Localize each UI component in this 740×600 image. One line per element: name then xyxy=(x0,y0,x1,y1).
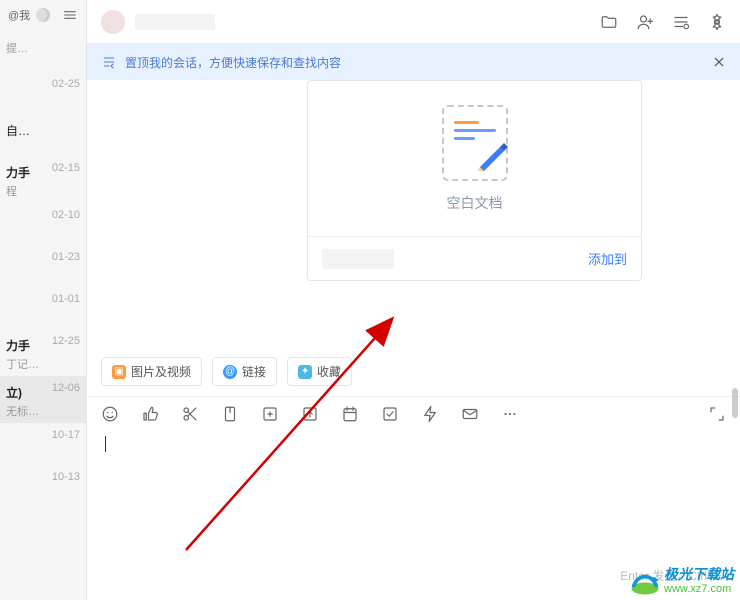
media-icon: ▣ xyxy=(112,365,126,379)
chip-media-label: 图片及视频 xyxy=(131,363,191,380)
conversation-item[interactable]: 02-25 xyxy=(0,72,86,114)
pin-list-icon xyxy=(101,54,117,70)
add-user-icon[interactable] xyxy=(636,13,654,31)
scrollbar[interactable] xyxy=(732,388,738,418)
conversation-item[interactable]: 提… xyxy=(0,30,86,72)
conversation-item[interactable]: 01-23 xyxy=(0,245,86,287)
todo-icon[interactable] xyxy=(381,405,399,423)
avatar[interactable] xyxy=(101,10,125,34)
favorite-icon: ✦ xyxy=(298,365,312,379)
conversation-date: 12-06 xyxy=(52,382,80,394)
conversation-title: 自… xyxy=(6,122,80,139)
chip-link[interactable]: @ 链接 xyxy=(212,357,277,386)
add-to-button[interactable]: 添加到 xyxy=(588,249,627,268)
conversation-subtitle: 提… xyxy=(6,40,80,56)
main-panel: 置顶我的会话，方便快速保存和查找内容 空白文档 添加到 xyxy=(86,0,740,600)
link-icon: @ xyxy=(223,365,237,379)
chip-media[interactable]: ▣ 图片及视频 xyxy=(101,357,202,386)
document-card[interactable]: 空白文档 添加到 xyxy=(307,80,642,281)
doc-card-body: 空白文档 xyxy=(308,81,641,236)
lightning-icon[interactable] xyxy=(421,405,439,423)
conversation-date: 02-10 xyxy=(52,209,80,221)
mail-icon[interactable] xyxy=(461,405,479,423)
header-actions xyxy=(600,13,726,31)
settings-icon[interactable] xyxy=(708,13,726,31)
conversation-date: 10-17 xyxy=(52,429,80,441)
more-icon[interactable] xyxy=(501,405,519,423)
at-me-label[interactable]: @我 xyxy=(8,7,30,23)
conversation-list[interactable]: 提…02-25自…力手程02-1502-1001-2301-01力手丁记…12-… xyxy=(0,30,86,600)
calendar-icon[interactable] xyxy=(341,405,359,423)
conversation-item[interactable]: 02-10 xyxy=(0,203,86,245)
conversation-item[interactable]: 立)无标…12-06 xyxy=(0,376,86,423)
sidebar-header: @我 xyxy=(0,0,86,30)
conversation-subtitle: 程 xyxy=(6,183,80,199)
expand-icon[interactable] xyxy=(708,405,726,423)
pin-banner: 置顶我的会话，方便快速保存和查找内容 xyxy=(87,44,740,80)
conversation-item[interactable]: 10-13 xyxy=(0,465,86,507)
conversation-item[interactable]: 01-01 xyxy=(0,287,86,329)
watermark-logo xyxy=(630,566,660,596)
conversation-item[interactable]: 自… xyxy=(0,114,86,156)
conversation-subtitle: 丁记… xyxy=(6,356,80,372)
conversation-item[interactable]: 力手程02-15 xyxy=(0,156,86,203)
chip-favorite[interactable]: ✦ 收藏 xyxy=(287,357,352,386)
add-card-icon[interactable] xyxy=(261,405,279,423)
chip-fav-label: 收藏 xyxy=(317,363,341,380)
doc-card-label: 空白文档 xyxy=(447,193,503,213)
folder-icon[interactable] xyxy=(600,13,618,31)
note-icon[interactable] xyxy=(221,405,239,423)
thumbs-up-icon[interactable] xyxy=(141,405,159,423)
scissors-icon[interactable] xyxy=(181,405,199,423)
input-toolbar xyxy=(87,396,740,430)
chip-link-label: 链接 xyxy=(242,363,266,380)
conversation-date: 02-25 xyxy=(52,78,80,90)
conversation-date: 01-01 xyxy=(52,293,80,305)
close-icon[interactable] xyxy=(712,55,726,69)
conversation-sidebar: @我 提…02-25自…力手程02-1502-1001-2301-01力手丁记…… xyxy=(0,0,86,600)
text-cursor xyxy=(105,436,106,452)
conversation-date: 02-15 xyxy=(52,162,80,174)
banner-text: 置顶我的会话，方便快速保存和查找内容 xyxy=(125,54,341,71)
conversation-item[interactable]: 10-17 xyxy=(0,423,86,465)
chat-area[interactable]: 空白文档 添加到 xyxy=(87,80,740,347)
watermark-name: 极光下载站 xyxy=(664,567,734,582)
attachment-bar: ▣ 图片及视频 @ 链接 ✦ 收藏 xyxy=(87,347,740,396)
conversation-date: 12-25 xyxy=(52,335,80,347)
doc-card-footer: 添加到 xyxy=(308,236,641,280)
chat-header xyxy=(87,0,740,44)
conversation-item[interactable]: 力手丁记…12-25 xyxy=(0,329,86,376)
doc-owner-placeholder xyxy=(322,249,394,269)
menu-icon[interactable] xyxy=(62,7,78,23)
emoji-icon[interactable] xyxy=(101,405,119,423)
watermark-url: www.xz7.com xyxy=(664,583,734,595)
document-icon xyxy=(442,105,508,181)
status-icon xyxy=(36,8,50,22)
chat-title xyxy=(135,14,215,30)
upload-icon[interactable] xyxy=(301,405,319,423)
conversation-date: 10-13 xyxy=(52,471,80,483)
conversation-date: 01-23 xyxy=(52,251,80,263)
conversation-subtitle: 无标… xyxy=(6,403,80,419)
history-icon[interactable] xyxy=(672,13,690,31)
watermark: 极光下载站 www.xz7.com xyxy=(630,566,734,596)
